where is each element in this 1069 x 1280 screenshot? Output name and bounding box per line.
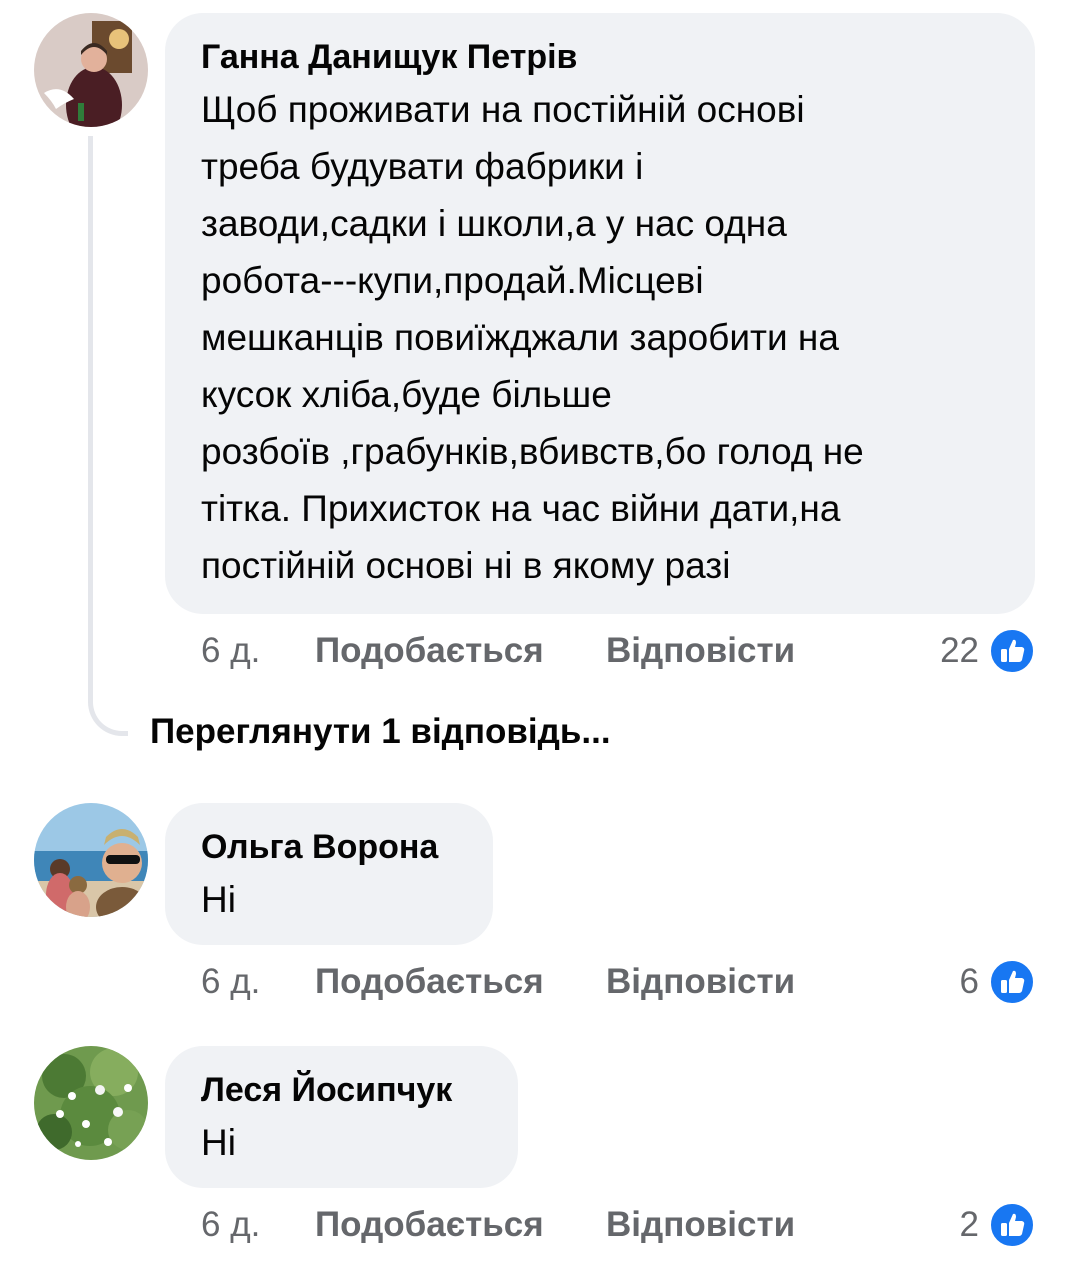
reaction-count: 2 [959,1205,979,1244]
comment-author[interactable]: Ганна Данищук Петрів [201,37,1015,77]
comment-time[interactable]: 6 д. [201,631,315,671]
reply-button[interactable]: Відповісти [606,631,795,671]
avatar-image [34,803,148,917]
like-thumbs-up-icon [989,1202,1035,1248]
reply-button[interactable]: Відповісти [606,962,795,1002]
avatar[interactable] [34,803,148,917]
comment-bubble: Леся Йосипчук Ні [165,1046,518,1188]
comment-bubble: Ольга Ворона Ні [165,803,493,945]
reaction-summary[interactable]: 6 [960,958,1035,1006]
comment-text: Ні [201,879,236,920]
avatar-image [34,13,148,127]
like-button[interactable]: Подобається [315,1205,606,1245]
like-button[interactable]: Подобається [315,631,606,671]
comment-actions: 6 д. Подобається Відповісти [201,1201,795,1249]
comment-text: Щоб проживати на постійній основі треба … [201,89,864,586]
comment-author[interactable]: Ольга Ворона [201,827,473,867]
comment-time[interactable]: 6 д. [201,962,315,1002]
avatar[interactable] [34,13,148,127]
view-replies-link[interactable]: Переглянути 1 відповідь... [150,712,611,752]
like-thumbs-up-icon [989,628,1035,674]
comment-text: Ні [201,1122,236,1163]
reply-thread-line [88,136,128,736]
avatar-image [34,1046,148,1160]
reaction-summary[interactable]: 2 [960,1201,1035,1249]
avatar[interactable] [34,1046,148,1160]
comment-actions: 6 д. Подобається Відповісти [201,627,795,675]
comment-author[interactable]: Леся Йосипчук [201,1070,498,1110]
like-thumbs-up-icon [989,959,1035,1005]
like-button[interactable]: Подобається [315,962,606,1002]
comment-actions: 6 д. Подобається Відповісти [201,958,795,1006]
reaction-count: 22 [940,631,979,670]
comment-time[interactable]: 6 д. [201,1205,315,1245]
comment-bubble: Ганна Данищук Петрів Щоб проживати на по… [165,13,1035,614]
reply-button[interactable]: Відповісти [606,1205,795,1245]
reaction-count: 6 [959,962,979,1001]
reaction-summary[interactable]: 22 [940,627,1035,675]
